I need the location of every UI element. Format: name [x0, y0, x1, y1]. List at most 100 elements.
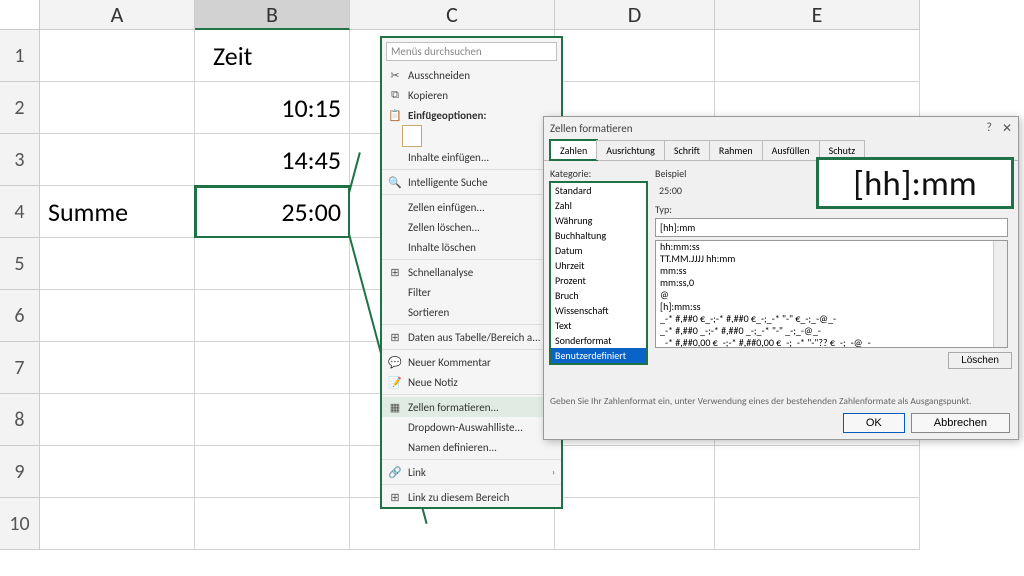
row-header-6[interactable]: 6	[0, 290, 40, 342]
menu-filter[interactable]: Filter›	[382, 282, 561, 302]
menu-copy[interactable]: ⧉Kopieren	[382, 85, 561, 105]
format-item[interactable]: @	[656, 289, 1007, 301]
cat-text[interactable]: Text	[551, 318, 646, 333]
menu-clear-contents[interactable]: Inhalte löschen	[382, 237, 561, 257]
dialog-title-bar[interactable]: Zellen formatieren ? ✕	[544, 117, 1018, 140]
row-header-8[interactable]: 8	[0, 394, 40, 446]
menu-cut[interactable]: ✂Ausschneiden	[382, 65, 561, 85]
ok-button[interactable]: OK	[843, 413, 905, 433]
menu-new-comment[interactable]: 💬Neuer Kommentar	[382, 352, 561, 372]
blank-icon	[388, 305, 402, 319]
cell-b1[interactable]: Zeit	[195, 30, 350, 82]
format-item[interactable]: TT.MM.JJJJ hh:mm	[656, 253, 1007, 265]
cell-b5[interactable]	[195, 238, 350, 290]
tab-ausfuellen[interactable]: Ausfüllen	[762, 140, 820, 160]
menu-format-cells[interactable]: ▦Zellen formatieren...	[382, 397, 561, 417]
tab-ausrichtung[interactable]: Ausrichtung	[596, 140, 665, 160]
row-header-7[interactable]: 7	[0, 342, 40, 394]
cat-benutzerdefiniert[interactable]: Benutzerdefiniert	[551, 348, 646, 363]
cat-datum[interactable]: Datum	[551, 243, 646, 258]
menu-delete-cells[interactable]: Zellen löschen...	[382, 217, 561, 237]
cell-b7[interactable]	[195, 342, 350, 394]
cat-uhrzeit[interactable]: Uhrzeit	[551, 258, 646, 273]
category-list[interactable]: Standard Zahl Währung Buchhaltung Datum …	[550, 182, 647, 364]
cell-b2[interactable]: 10:15	[195, 82, 350, 134]
menu-new-note[interactable]: 📝Neue Notiz	[382, 372, 561, 392]
menu-link[interactable]: 🔗Link›	[382, 462, 561, 482]
cell-a6[interactable]	[40, 290, 195, 342]
close-button[interactable]: ✕	[1002, 121, 1012, 136]
cell-e1[interactable]	[715, 30, 920, 82]
menu-from-table[interactable]: ⊞Daten aus Tabelle/Bereich a...	[382, 327, 561, 347]
cat-waehrung[interactable]: Währung	[551, 213, 646, 228]
select-all-corner[interactable]	[0, 0, 40, 30]
cell-d9[interactable]	[555, 446, 715, 498]
cat-buchhaltung[interactable]: Buchhaltung	[551, 228, 646, 243]
cell-d10[interactable]	[555, 498, 715, 550]
menu-paste-special[interactable]: Inhalte einfügen...	[382, 147, 561, 167]
cell-a1[interactable]	[40, 30, 195, 82]
menu-link-range[interactable]: ⊞Link zu diesem Bereich	[382, 487, 561, 507]
cat-zahl[interactable]: Zahl	[551, 198, 646, 213]
cell-b6[interactable]	[195, 290, 350, 342]
col-header-c[interactable]: C	[350, 0, 555, 30]
row-header-10[interactable]: 10	[0, 498, 40, 550]
cell-a2[interactable]	[40, 82, 195, 134]
separator	[382, 349, 561, 350]
cell-a7[interactable]	[40, 342, 195, 394]
cell-a9[interactable]	[40, 446, 195, 498]
cat-wissenschaft[interactable]: Wissenschaft	[551, 303, 646, 318]
cell-b10[interactable]	[195, 498, 350, 550]
col-header-a[interactable]: A	[40, 0, 195, 30]
cell-e9[interactable]	[715, 446, 920, 498]
cancel-button[interactable]: Abbrechen	[911, 413, 1010, 433]
cat-prozent[interactable]: Prozent	[551, 273, 646, 288]
cell-b9[interactable]	[195, 446, 350, 498]
help-button[interactable]: ?	[986, 121, 992, 136]
row-header-2[interactable]: 2	[0, 82, 40, 134]
cat-sonder[interactable]: Sonderformat	[551, 333, 646, 348]
menu-label: Intelligente Suche	[408, 176, 488, 189]
cell-a5[interactable]	[40, 238, 195, 290]
menu-search-input[interactable]: Menüs durchsuchen	[386, 42, 557, 61]
menu-label: Neuer Kommentar	[408, 356, 491, 369]
col-header-e[interactable]: E	[715, 0, 920, 30]
cell-e10[interactable]	[715, 498, 920, 550]
format-item[interactable]: _-* #,##0,00 €_-;-* #,##0,00 €_-;_-* "-"…	[656, 337, 1007, 348]
scrollbar[interactable]	[993, 241, 1007, 347]
row-header-3[interactable]: 3	[0, 134, 40, 186]
delete-format-button[interactable]: Löschen	[948, 352, 1012, 369]
menu-define-name[interactable]: Namen definieren...	[382, 437, 561, 457]
paste-option-default[interactable]	[402, 125, 422, 147]
row-header-5[interactable]: 5	[0, 238, 40, 290]
tab-rahmen[interactable]: Rahmen	[709, 140, 763, 160]
col-header-b[interactable]: B	[195, 0, 350, 30]
cell-d1[interactable]	[555, 30, 715, 82]
cell-a8[interactable]	[40, 394, 195, 446]
menu-smart-lookup[interactable]: 🔍Intelligente Suche	[382, 172, 561, 192]
menu-dropdown-list[interactable]: Dropdown-Auswahlliste...	[382, 417, 561, 437]
tab-schrift[interactable]: Schrift	[664, 140, 710, 160]
menu-sort[interactable]: Sortieren›	[382, 302, 561, 322]
row-header-9[interactable]: 9	[0, 446, 40, 498]
cat-bruch[interactable]: Bruch	[551, 288, 646, 303]
cat-standard[interactable]: Standard	[551, 183, 646, 198]
row-header-4[interactable]: 4	[0, 186, 40, 238]
link-icon: 🔗	[388, 465, 402, 479]
cell-a3[interactable]	[40, 134, 195, 186]
format-item[interactable]: mm:ss,0	[656, 277, 1007, 289]
blank-icon	[388, 420, 402, 434]
cell-b8[interactable]	[195, 394, 350, 446]
format-list[interactable]: hh:mm:ss TT.MM.JJJJ hh:mm mm:ss mm:ss,0 …	[655, 240, 1008, 348]
row-header-1[interactable]: 1	[0, 30, 40, 82]
cell-b4[interactable]: 25:00	[195, 186, 350, 238]
tab-zahlen[interactable]: Zahlen	[550, 140, 597, 160]
format-item[interactable]: mm:ss	[656, 265, 1007, 277]
type-input[interactable]	[655, 218, 1008, 237]
cell-a10[interactable]	[40, 498, 195, 550]
menu-quick-analysis[interactable]: ⊞Schnellanalyse	[382, 262, 561, 282]
cell-a4[interactable]: Summe	[40, 186, 195, 238]
menu-insert-cells[interactable]: Zellen einfügen...	[382, 197, 561, 217]
cell-b3[interactable]: 14:45	[195, 134, 350, 186]
col-header-d[interactable]: D	[555, 0, 715, 30]
